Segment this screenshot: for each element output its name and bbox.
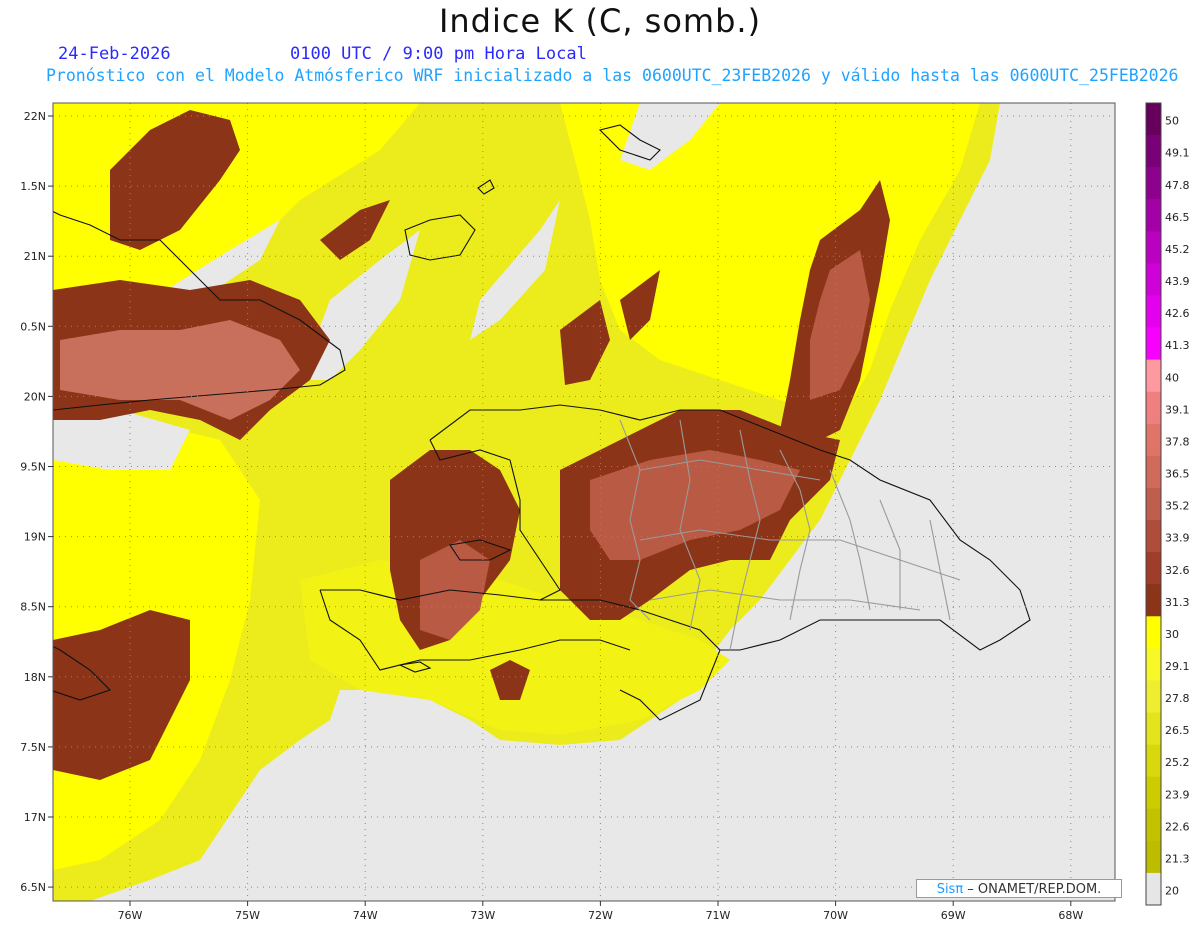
weather-map: 76W 75W 74W 73W 72W 71W 70W 69W 68W 22N 1.5N 21N 0.5…	[20, 102, 1190, 922]
colorbar-swatch	[1146, 327, 1161, 361]
colorbar-label: 35.2	[1165, 500, 1190, 513]
colorbar-swatch	[1146, 295, 1161, 329]
lat-label: 7.5N	[20, 741, 46, 754]
colorbar-swatch	[1146, 263, 1161, 296]
colorbar-label: 39.1	[1165, 403, 1190, 416]
colorbar-swatch	[1146, 808, 1161, 842]
colorbar-label: 30	[1165, 628, 1179, 641]
colorbar-label: 20	[1165, 885, 1179, 898]
colorbar-label: 49.1	[1165, 147, 1190, 160]
colorbar-label: 42.6	[1165, 307, 1190, 320]
colorbar-label: 46.5	[1165, 211, 1190, 224]
colorbar-swatch	[1146, 487, 1161, 521]
colorbar-label: 31.3	[1165, 596, 1190, 609]
colorbar-swatch	[1146, 455, 1161, 489]
lat-label: 20N	[24, 390, 46, 403]
lat-label: 22N	[24, 110, 46, 123]
lon-label: 69W	[941, 909, 966, 922]
colorbar-swatch	[1146, 744, 1161, 778]
colorbar-swatch	[1146, 199, 1161, 232]
lon-label: 72W	[588, 909, 613, 922]
colorbar-label: 25.2	[1165, 756, 1190, 769]
colorbar-label: 23.9	[1165, 788, 1190, 801]
colorbar-label: 29.1	[1165, 660, 1190, 673]
lat-label: 9.5N	[20, 461, 46, 474]
colorbar-label: 50	[1165, 115, 1179, 128]
colorbar-swatch	[1146, 616, 1161, 649]
lon-label: 76W	[118, 909, 143, 922]
lon-label: 71W	[706, 909, 731, 922]
lon-label: 70W	[823, 909, 848, 922]
lat-label: 18N	[24, 671, 46, 684]
colorbar-label: 32.6	[1165, 564, 1190, 577]
colorbar-swatch	[1146, 648, 1161, 681]
colorbar-label: 45.2	[1165, 243, 1190, 256]
colorbar-label: 33.9	[1165, 532, 1190, 545]
colorbar-swatch	[1146, 552, 1161, 585]
colorbar-swatch	[1146, 840, 1161, 874]
colorbar: 50 49.1 47.8 46.5 45.2 43.9 42.6 41.3 40 39.1 37.8…	[1145, 102, 1190, 906]
colorbar-swatch	[1146, 584, 1161, 617]
colorbar-swatch	[1146, 520, 1161, 553]
colorbar-label: 37.8	[1165, 435, 1190, 448]
colorbar-swatch	[1146, 231, 1161, 264]
colorbar-label: 47.8	[1165, 179, 1190, 192]
lat-label: 8.5N	[20, 601, 46, 614]
colorbar-swatch	[1146, 135, 1161, 168]
colorbar-label: 21.3	[1165, 852, 1190, 865]
lat-label: 19N	[24, 531, 46, 544]
colorbar-swatch	[1146, 872, 1161, 906]
colorbar-swatch	[1146, 680, 1161, 714]
lat-label: 0.5N	[20, 320, 46, 333]
colorbar-label: 27.8	[1165, 692, 1190, 705]
colorbar-label: 36.5	[1165, 468, 1190, 481]
lat-label: 1.5N	[20, 180, 46, 193]
colorbar-swatch	[1146, 103, 1161, 136]
lon-label: 68W	[1058, 909, 1083, 922]
lat-label: 21N	[24, 250, 46, 263]
colorbar-label: 40	[1165, 371, 1179, 384]
lon-label: 75W	[235, 909, 260, 922]
lat-label: 17N	[24, 811, 46, 824]
lon-label: 73W	[470, 909, 495, 922]
colorbar-swatch	[1146, 712, 1161, 746]
colorbar-swatch	[1146, 423, 1161, 457]
colorbar-swatch	[1146, 167, 1161, 200]
colorbar-label: 41.3	[1165, 339, 1190, 352]
colorbar-swatch	[1146, 776, 1161, 810]
credit-box: Sisπ – ONAMET/REP.DOM.	[916, 879, 1122, 898]
colorbar-swatch	[1146, 359, 1161, 393]
colorbar-label: 22.6	[1165, 820, 1190, 833]
colorbar-swatch	[1146, 391, 1161, 425]
colorbar-label: 26.5	[1165, 724, 1190, 737]
colorbar-label: 43.9	[1165, 275, 1190, 288]
credit-org: – ONAMET/REP.DOM.	[963, 882, 1102, 897]
lon-label: 74W	[353, 909, 378, 922]
sis-logo-text: Sisπ	[936, 882, 964, 897]
lat-label: 6.5N	[20, 881, 46, 894]
